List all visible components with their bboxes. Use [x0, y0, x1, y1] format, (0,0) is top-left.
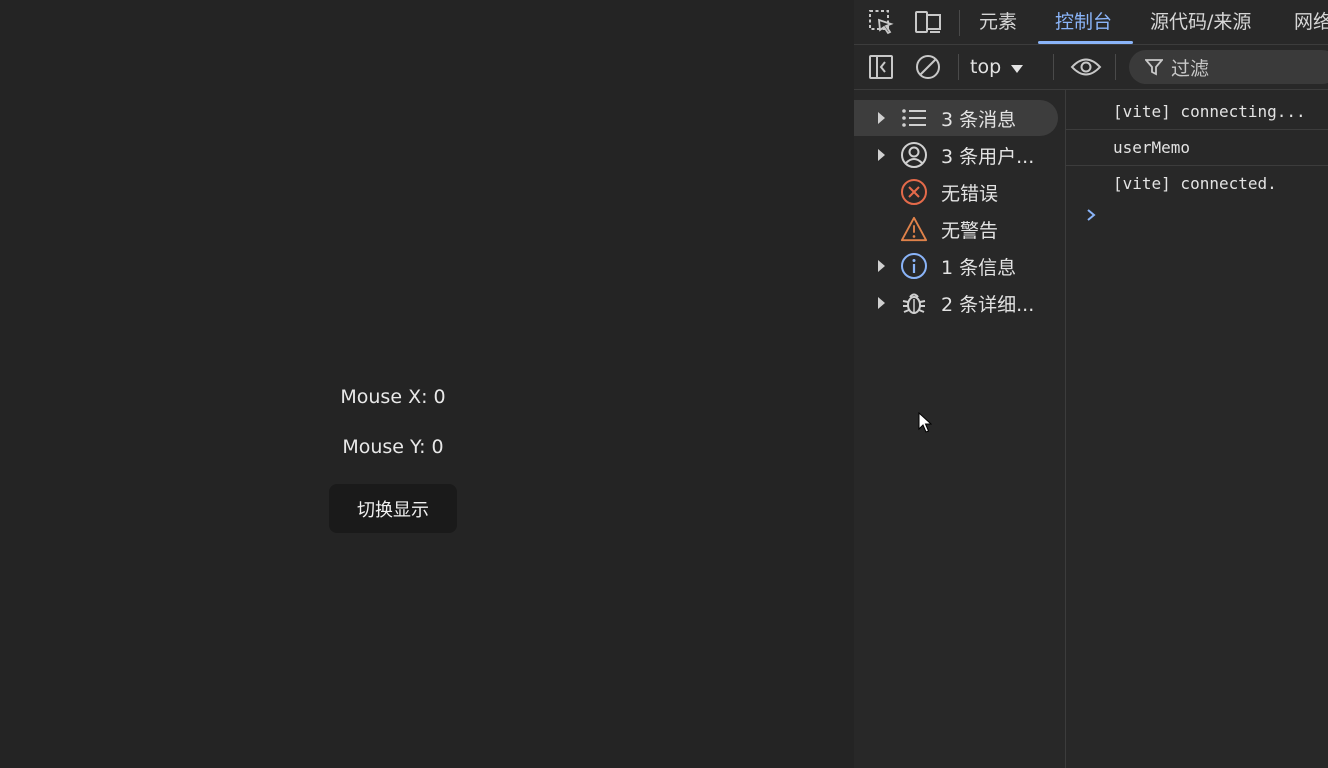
error-icon — [900, 178, 928, 206]
active-tab-indicator — [1038, 41, 1133, 44]
filter-funnel-icon — [1145, 58, 1163, 76]
tab-console[interactable]: 控制台 — [1055, 0, 1112, 44]
user-icon — [900, 141, 928, 169]
console-sidebar: 3 条消息 3 条用户... 无错误 无警告 1 条信息 2 条详细... — [854, 90, 1066, 768]
context-selector-value: top — [970, 56, 1002, 78]
list-icon — [900, 104, 928, 132]
console-message[interactable]: [vite] connecting... — [1066, 94, 1328, 130]
sidebar-item-label: 1 条信息 — [941, 256, 1017, 279]
console-message[interactable]: [vite] connected. — [1066, 166, 1328, 202]
mouse-x-readout: Mouse X: 0 — [340, 386, 446, 408]
console-toolbar: top 过滤 — [854, 45, 1328, 90]
tab-elements[interactable]: 元素 — [979, 0, 1017, 44]
inspect-element-icon[interactable] — [867, 8, 895, 36]
mouse-y-readout: Mouse Y: 0 — [342, 436, 444, 458]
sidebar-toggle-icon[interactable] — [867, 53, 895, 81]
console-filter-input[interactable]: 过滤 — [1129, 50, 1328, 84]
devtools-tabbar: 元素 控制台 源代码/来源 网络 — [854, 0, 1328, 45]
info-icon — [900, 252, 928, 280]
devtools-panel: 元素 控制台 源代码/来源 网络 top 过滤 3 条消息 3 条用户... 无… — [854, 0, 1328, 768]
toggle-display-button[interactable]: 切换显示 — [329, 484, 457, 533]
expand-caret-icon[interactable] — [878, 149, 885, 161]
sidebar-item-info[interactable]: 1 条信息 — [854, 248, 1058, 284]
sidebar-item-errors[interactable]: 无错误 — [854, 174, 1058, 210]
warning-icon — [900, 215, 928, 243]
live-expression-eye-icon[interactable] — [1069, 53, 1103, 81]
clear-console-icon[interactable] — [914, 53, 942, 81]
bug-icon — [900, 289, 928, 317]
expand-caret-icon[interactable] — [878, 297, 885, 309]
sidebar-item-user-messages[interactable]: 3 条用户... — [854, 137, 1058, 173]
sidebar-item-messages[interactable]: 3 条消息 — [854, 100, 1058, 136]
sidebar-item-verbose[interactable]: 2 条详细... — [854, 285, 1058, 321]
toolbar-divider — [1115, 54, 1116, 80]
app-area: Mouse X: 0 Mouse Y: 0 切换显示 — [0, 0, 854, 768]
device-toolbar-icon[interactable] — [914, 8, 942, 36]
console-prompt-chevron-icon[interactable] — [1084, 208, 1098, 222]
sidebar-item-warnings[interactable]: 无警告 — [854, 211, 1058, 247]
filter-placeholder: 过滤 — [1171, 57, 1210, 80]
tabbar-divider — [959, 10, 960, 36]
mouse-cursor-icon — [918, 411, 933, 438]
sidebar-item-label: 2 条详细... — [941, 293, 1035, 316]
sidebar-item-label: 3 条消息 — [941, 108, 1017, 131]
toolbar-divider — [1053, 54, 1054, 80]
sidebar-item-label: 无警告 — [941, 219, 999, 242]
console-output: [vite] connecting... userMemo [vite] con… — [1066, 90, 1328, 768]
tab-network[interactable]: 网络 — [1294, 0, 1328, 44]
expand-caret-icon[interactable] — [878, 260, 885, 272]
sidebar-item-label: 无错误 — [941, 182, 999, 205]
tab-sources[interactable]: 源代码/来源 — [1150, 0, 1251, 44]
console-message[interactable]: userMemo — [1066, 130, 1328, 166]
sidebar-item-label: 3 条用户... — [941, 145, 1035, 168]
expand-caret-icon[interactable] — [878, 112, 885, 124]
dropdown-arrow-icon — [1011, 51, 1024, 83]
toolbar-divider — [958, 54, 959, 80]
context-selector[interactable]: top — [970, 51, 1024, 83]
